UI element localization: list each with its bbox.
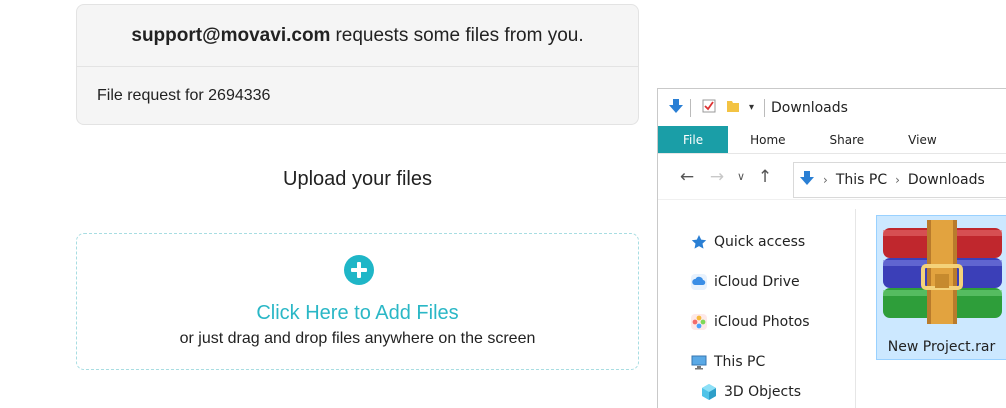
ribbon-tabs: File Home Share View: [658, 126, 1006, 154]
file-item-selected[interactable]: New Project.rar: [876, 215, 1006, 360]
nav-item-label: iCloud Photos: [714, 314, 810, 330]
breadcrumb-chevron-icon[interactable]: ›: [823, 173, 828, 187]
winrar-archive-icon: [883, 220, 1002, 324]
upload-dropzone[interactable]: Click Here to Add Files or just drag and…: [76, 233, 639, 370]
new-folder-icon[interactable]: [725, 98, 741, 118]
tab-home[interactable]: Home: [728, 126, 807, 153]
cube-icon: [700, 383, 718, 401]
requester-email: support@movavi.com: [131, 24, 331, 46]
tab-share[interactable]: Share: [808, 126, 887, 153]
up-arrow-icon[interactable]: ↑: [750, 167, 780, 187]
request-text: requests some files from you.: [335, 24, 584, 46]
tab-file[interactable]: File: [658, 126, 729, 153]
window-title: Downloads: [771, 99, 848, 116]
breadcrumb-this-pc[interactable]: This PC: [836, 172, 887, 188]
file-explorer-window: ▾ Downloads File Home Share View ← → ∨ ↑…: [657, 88, 1006, 408]
nav-item-label: 3D Objects: [724, 384, 802, 400]
breadcrumb-chevron-icon-2[interactable]: ›: [895, 173, 900, 187]
nav-item-label: This PC: [714, 354, 766, 370]
titlebar-divider: [690, 98, 691, 117]
computer-icon: [690, 353, 708, 371]
upload-title: Upload your files: [283, 168, 432, 190]
nav-item-quick-access[interactable]: Quick access: [690, 233, 805, 251]
drag-drop-hint: or just drag and drop files anywhere on …: [179, 330, 536, 347]
page: support@movavi.com requests some files f…: [0, 0, 1006, 408]
star-icon: [690, 233, 708, 251]
add-files-plus-icon[interactable]: [344, 255, 374, 285]
breadcrumb-downloads[interactable]: Downloads: [908, 172, 985, 188]
request-header: support@movavi.com requests some files f…: [77, 5, 638, 67]
download-arrow-icon: [668, 98, 684, 118]
nav-item-3d-objects[interactable]: 3D Objects: [700, 383, 801, 401]
nav-item-label: iCloud Drive: [714, 274, 800, 290]
recent-locations-chevron-icon[interactable]: ∨: [732, 170, 750, 183]
nav-item-label: Quick access: [714, 234, 806, 250]
navigation-pane: Quick access iCloud Drive iCloud Photos …: [658, 209, 856, 408]
nav-item-this-pc[interactable]: This PC: [690, 353, 765, 371]
quick-access-toolbar-dropdown-icon[interactable]: ▾: [749, 102, 754, 113]
file-name: New Project.rar: [887, 339, 996, 355]
properties-icon[interactable]: [701, 98, 717, 118]
file-request-card: support@movavi.com requests some files f…: [76, 4, 639, 125]
icloud-drive-icon: [690, 273, 708, 291]
file-request-description: File request for 2694336: [97, 87, 271, 104]
add-files-link[interactable]: Click Here to Add Files: [77, 302, 638, 325]
back-arrow-icon[interactable]: ←: [672, 167, 702, 187]
icloud-photos-icon: [690, 313, 708, 331]
tab-view[interactable]: View: [886, 126, 958, 153]
forward-arrow-icon[interactable]: →: [702, 167, 732, 187]
titlebar-divider-2: [764, 98, 766, 117]
nav-item-icloud-photos[interactable]: iCloud Photos: [690, 313, 810, 331]
explorer-titlebar: ▾ Downloads: [658, 89, 1006, 126]
downloads-location-icon: [799, 170, 815, 190]
nav-item-icloud-drive[interactable]: iCloud Drive: [690, 273, 800, 291]
address-bar[interactable]: › This PC › Downloads: [793, 162, 1006, 198]
